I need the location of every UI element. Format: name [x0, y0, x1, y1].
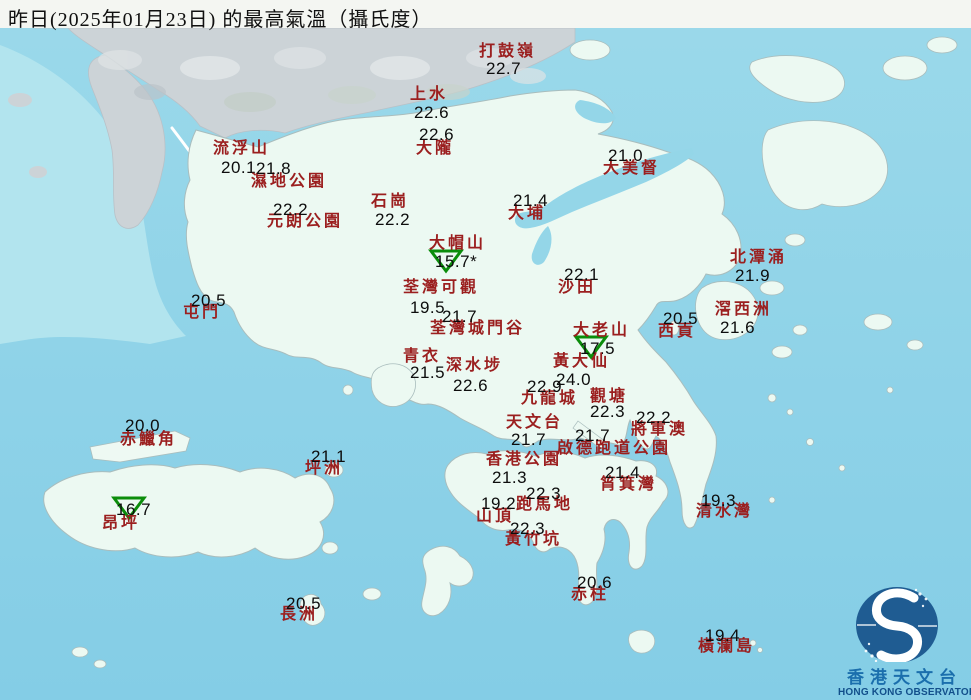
station-value: 21.7 [575, 426, 611, 445]
station-name: 上水 [410, 86, 449, 103]
logo-text-zh: 香港天文台 [847, 668, 962, 687]
station-value: 22.2 [636, 408, 672, 427]
station-value: 21.9 [735, 266, 771, 285]
station-value: 21.0 [608, 146, 644, 165]
station-value: 22.2 [375, 210, 411, 229]
logo-text-en: HONG KONG OBSERVATORY [838, 687, 971, 698]
station-value: 21.4 [513, 191, 549, 210]
hko-logo-icon [856, 587, 938, 664]
station-value: 15.7* [435, 252, 478, 271]
hko-logo: 香港天文台 HONG KONG OBSERVATORY [838, 580, 971, 698]
station-value: 22.7 [486, 59, 522, 78]
station-name: 打鼓嶺 [479, 43, 537, 60]
stations-layer: 打鼓嶺 22.7 上水 22.6 大隴 22.6 流浮山 20.1 濕地公園 21.8 元朗公園 22… [0, 0, 971, 700]
station-name: 滘西洲 [715, 301, 773, 318]
station-value: 19.3 [701, 491, 737, 510]
station-value: 21.4 [605, 463, 641, 482]
station-value: 22.2 [273, 200, 309, 219]
station-name: 深水埗 [446, 357, 504, 374]
station-value: 16.7 [116, 500, 152, 519]
station-name: 流浮山 [213, 140, 271, 157]
station-value: 21.6 [720, 318, 756, 337]
station-value: 21.8 [256, 159, 292, 178]
station-value: 21.7 [511, 430, 547, 449]
station-value: 20.6 [577, 573, 613, 592]
weather-map-screenshot: 昨日(2025年01月23日) 的最高氣溫（攝氏度） 打鼓嶺 22.7 上水 22.6… [0, 0, 971, 700]
station-value: 22.3 [510, 519, 546, 538]
station-value: 21.7 [442, 307, 478, 326]
station-value: 19.5 [410, 298, 446, 317]
station-value: 19.4 [705, 626, 741, 645]
station-value: 21.3 [492, 468, 528, 487]
station-value: 22.6 [414, 103, 450, 122]
station-name: 天文台 [506, 414, 564, 431]
station-value: 22.3 [526, 484, 562, 503]
station-value: 22.6 [453, 376, 489, 395]
station-value: 20.5 [663, 309, 699, 328]
station-name: 大帽山 [429, 235, 487, 252]
station-value: 22.3 [590, 402, 626, 421]
station-value: 22.1 [564, 265, 600, 284]
station-value: 22.9 [527, 377, 563, 396]
station-name: 大老山 [573, 322, 631, 339]
station-name: 黃大仙 [553, 353, 611, 370]
station-value: 20.0 [125, 416, 161, 435]
station-name: 荃灣可觀 [403, 279, 480, 296]
station-name: 石崗 [371, 193, 410, 210]
station-value: 19.2 [481, 494, 517, 513]
station-value: 21.5 [410, 363, 446, 382]
station-name: 香港公園 [486, 451, 563, 468]
station-value: 20.5 [191, 291, 227, 310]
station-value: 21.1 [311, 447, 347, 466]
station-name: 北潭涌 [730, 249, 788, 266]
station-value: 20.5 [286, 594, 322, 613]
station-value: 22.6 [419, 125, 455, 144]
